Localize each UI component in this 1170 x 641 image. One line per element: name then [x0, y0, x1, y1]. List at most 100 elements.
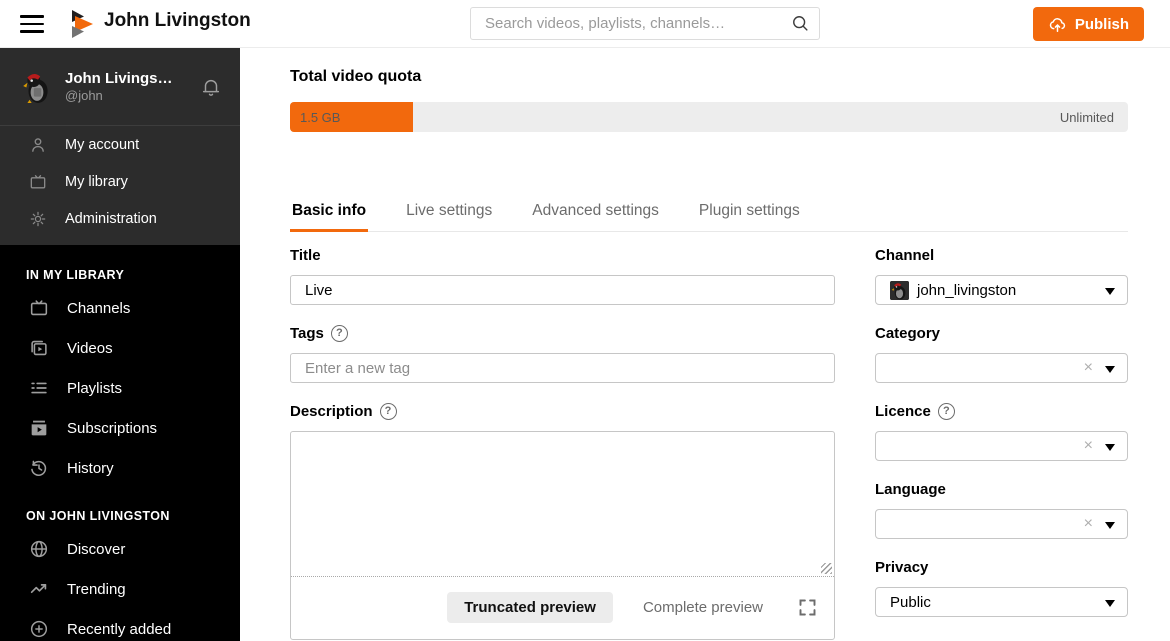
chevron-down-icon	[1105, 600, 1115, 607]
sidebar-item-label: Videos	[67, 339, 113, 357]
quota-used-label: 1.5 GB	[300, 109, 341, 125]
sidebar-item-recently-added[interactable]: Recently added	[0, 609, 240, 641]
publish-button[interactable]: Publish	[1032, 7, 1144, 41]
sidebar-item-label: Channels	[67, 299, 131, 317]
settings-tabs: Basic info Live settings Advanced settin…	[290, 194, 1128, 232]
tab-advanced-settings[interactable]: Advanced settings	[530, 194, 661, 231]
clear-icon[interactable]: ×	[1084, 358, 1093, 378]
sidebar-item-label: Playlists	[67, 379, 123, 397]
videos-icon	[31, 340, 47, 356]
subscriptions-icon	[31, 420, 47, 436]
tab-basic-info[interactable]: Basic info	[290, 194, 369, 232]
tv-icon	[30, 174, 46, 188]
sidebar-item-videos[interactable]: Videos	[0, 328, 240, 368]
user-handle: @john	[65, 88, 103, 103]
quota-total-label: Unlimited	[1059, 109, 1114, 125]
sidebar-item-history[interactable]: History	[0, 448, 240, 488]
category-field-group: Category ×	[875, 323, 1128, 383]
tags-field-group: Tags ?	[290, 323, 835, 383]
sidebar-item-channels[interactable]: Channels	[0, 288, 240, 328]
resize-handle[interactable]	[821, 563, 832, 574]
peertube-logo-icon[interactable]	[72, 10, 95, 38]
search-icon[interactable]	[790, 13, 810, 33]
privacy-value: Public	[890, 593, 931, 611]
category-select[interactable]: ×	[875, 353, 1128, 383]
truncated-preview-button[interactable]: Truncated preview	[447, 592, 613, 623]
quota-progressbar: 1.5 GB Unlimited	[290, 102, 1128, 132]
tab-plugin-settings[interactable]: Plugin settings	[697, 194, 802, 231]
playlist-icon	[31, 382, 47, 394]
sidebar-item-my-library[interactable]: My library	[0, 163, 240, 200]
trending-icon	[30, 584, 47, 594]
title-field-group: Title	[290, 245, 835, 305]
sidebar-item-trending[interactable]: Trending	[0, 569, 240, 609]
privacy-select[interactable]: Public	[875, 587, 1128, 617]
maximize-icon[interactable]	[797, 597, 818, 618]
quota-title: Total video quota	[290, 68, 422, 85]
user-block[interactable]: John Livings… @john	[0, 48, 240, 125]
tv-icon	[30, 300, 48, 316]
sidebar-item-label: History	[67, 459, 114, 477]
user-name: John Livings…	[65, 70, 173, 87]
notifications-bell-icon[interactable]	[200, 76, 222, 98]
channel-label: Channel	[875, 247, 935, 264]
category-label: Category	[875, 325, 941, 342]
top-header: John Livingston Publish	[0, 0, 1170, 48]
sidebar-item-playlists[interactable]: Playlists	[0, 368, 240, 408]
language-label: Language	[875, 481, 946, 498]
plus-circle-icon	[30, 620, 48, 638]
language-field-group: Language ×	[875, 479, 1128, 539]
description-field-group: Description ? Truncated preview Complete…	[290, 401, 835, 640]
channel-select[interactable]: john_livingston	[875, 275, 1128, 305]
upload-icon	[1049, 17, 1065, 32]
help-icon[interactable]: ?	[937, 403, 955, 420]
tab-live-settings[interactable]: Live settings	[404, 194, 494, 231]
channel-value: john_livingston	[917, 281, 1017, 299]
chevron-down-icon	[1105, 522, 1115, 529]
description-textarea[interactable]	[291, 432, 834, 576]
complete-preview-button[interactable]: Complete preview	[643, 599, 763, 616]
description-preview-bar: Truncated preview Complete preview	[291, 577, 834, 639]
licence-select[interactable]: ×	[875, 431, 1128, 461]
person-icon	[32, 137, 44, 152]
section-title-on-instance: ON JOHN LIVINGSTON	[26, 509, 170, 523]
tags-label: Tags	[290, 325, 324, 342]
instance-title[interactable]: John Livingston	[104, 10, 251, 32]
sidebar-item-subscriptions[interactable]: Subscriptions	[0, 408, 240, 448]
main-content: Total video quota 1.5 GB Unlimited Basic…	[240, 48, 1170, 641]
clear-icon[interactable]: ×	[1084, 436, 1093, 456]
sidebar-item-label: Subscriptions	[67, 419, 158, 437]
user-avatar[interactable]	[20, 69, 54, 104]
menu-toggle-icon[interactable]	[20, 13, 44, 35]
search-input[interactable]	[470, 7, 820, 40]
search-bar	[470, 7, 820, 40]
sidebar-item-label: My account	[65, 136, 140, 153]
chevron-down-icon	[1105, 366, 1115, 373]
tags-input[interactable]	[290, 353, 835, 383]
channel-avatar	[890, 280, 909, 300]
channel-field-group: Channel john_livingston	[875, 245, 1128, 305]
chevron-down-icon	[1105, 288, 1115, 295]
language-select[interactable]: ×	[875, 509, 1128, 539]
sidebar-item-my-account[interactable]: My account	[0, 126, 240, 163]
title-input[interactable]	[290, 275, 835, 305]
description-box: Truncated preview Complete preview	[290, 431, 835, 640]
section-title-in-my-library: IN MY LIBRARY	[26, 268, 125, 282]
help-icon[interactable]: ?	[379, 403, 397, 420]
sidebar-item-label: My library	[65, 173, 128, 190]
licence-field-group: Licence ? ×	[875, 401, 1128, 461]
sidebar-item-discover[interactable]: Discover	[0, 529, 240, 569]
quota-fill: 1.5 GB	[290, 102, 414, 132]
publish-label: Publish	[1074, 15, 1129, 33]
sidebar-item-administration[interactable]: Administration	[0, 200, 240, 237]
sidebar-item-label: Recently added	[67, 620, 172, 638]
sidebar-item-label: Discover	[67, 540, 126, 558]
clear-icon[interactable]: ×	[1084, 514, 1093, 534]
help-icon[interactable]: ?	[330, 325, 348, 342]
privacy-label: Privacy	[875, 559, 929, 576]
globe-icon	[30, 540, 48, 558]
history-clock-icon	[31, 460, 47, 476]
sidebar-item-label: Administration	[65, 210, 157, 227]
gear-icon	[30, 211, 46, 226]
title-label: Title	[290, 247, 321, 264]
